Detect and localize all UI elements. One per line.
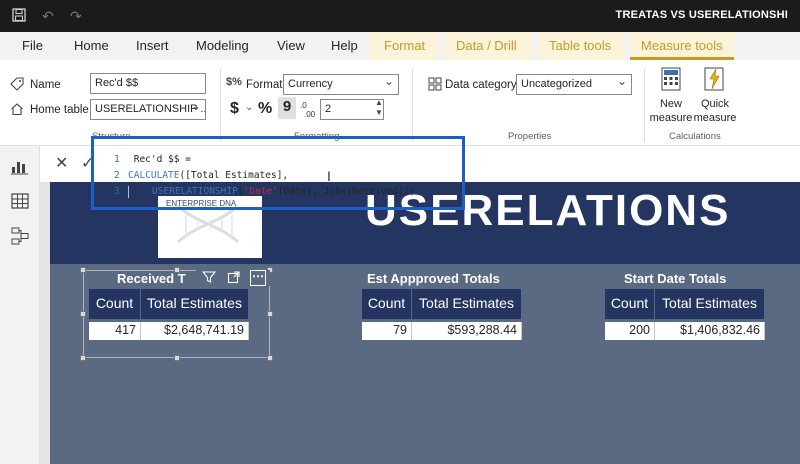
visual-title: Start Date Totals	[624, 271, 727, 286]
home-table-select[interactable]: USERELATIONSHIP ...	[90, 99, 206, 120]
table-cell: $1,406,832.46	[655, 322, 765, 340]
svg-text:.0: .0	[300, 101, 307, 110]
column-header[interactable]: Count	[605, 289, 655, 319]
visual-title: Est Appproved Totals	[367, 271, 500, 286]
currency-dropdown-icon[interactable]: ⌄	[245, 102, 253, 113]
new-measure-icon[interactable]	[661, 67, 681, 91]
format-select[interactable]: Currency	[283, 74, 399, 95]
tab-insert[interactable]: Insert	[136, 38, 169, 53]
quick-measure-line2: measure	[693, 112, 737, 124]
resize-handle[interactable]	[267, 311, 273, 317]
cancel-formula-button[interactable]: ✕	[55, 153, 68, 173]
new-measure-line1: New	[659, 98, 682, 110]
view-switcher	[0, 146, 40, 464]
resize-handle[interactable]	[80, 311, 86, 317]
quick-measure-label[interactable]: Quick measure	[692, 97, 738, 125]
model-view-icon[interactable]	[10, 226, 30, 246]
measure-name-input[interactable]: Rec'd $$	[90, 73, 206, 94]
more-options-icon[interactable]: ⋯	[250, 270, 266, 286]
window-title: TREATAS VS USERELATIONSHI	[615, 9, 788, 21]
home-icon	[10, 102, 24, 116]
resize-handle[interactable]	[174, 355, 180, 361]
column-header[interactable]: Count	[89, 289, 141, 319]
currency-button[interactable]: $	[230, 100, 239, 118]
name-label: Name	[30, 79, 61, 91]
column-header[interactable]: Total Estimates	[141, 289, 249, 319]
quick-measure-icon[interactable]	[704, 67, 724, 91]
decimal-stepper[interactable]: ▲ ▼	[375, 98, 383, 118]
title-bar: ↶ ↷ TREATAS VS USERELATIONSHI	[0, 0, 800, 32]
svg-text:.00: .00	[304, 110, 316, 118]
table-cell: $2,648,741.19	[141, 322, 249, 340]
comma-style-button[interactable]: 9	[278, 97, 296, 119]
ribbon-divider	[412, 68, 413, 142]
redo-icon[interactable]: ↷	[70, 8, 82, 25]
column-header[interactable]: Total Estimates	[412, 289, 522, 319]
tab-table-tools[interactable]: Table tools	[538, 32, 624, 60]
table-cell: 200	[605, 322, 655, 340]
formula-highlight-box	[91, 136, 465, 210]
report-view-icon[interactable]	[10, 156, 30, 176]
resize-handle[interactable]	[80, 267, 86, 273]
data-category-label: Data category	[445, 79, 517, 91]
focus-mode-icon[interactable]	[226, 270, 242, 286]
data-view-icon[interactable]	[10, 191, 30, 211]
format-icon: $%	[226, 76, 242, 88]
quick-measure-line1: Quick	[700, 98, 730, 110]
tab-file[interactable]: File	[22, 38, 43, 53]
table-cell: $593,288.44	[412, 322, 522, 340]
undo-icon[interactable]: ↶	[42, 8, 54, 25]
ribbon: Name Rec'd $$ Home table USERELATIONSHIP…	[0, 60, 800, 146]
format-label: Format	[246, 79, 283, 91]
tab-help[interactable]: Help	[331, 38, 358, 53]
home-table-label: Home table	[30, 104, 89, 116]
tab-measure-tools[interactable]: Measure tools	[630, 32, 734, 60]
tab-home[interactable]: Home	[74, 38, 109, 53]
name-tag-icon	[10, 77, 24, 91]
tab-modeling[interactable]: Modeling	[196, 38, 249, 53]
calculations-group-label: Calculations	[669, 131, 721, 142]
data-category-icon	[428, 77, 442, 91]
visual-title: Received T	[117, 271, 186, 286]
properties-group-label: Properties	[508, 131, 552, 142]
resize-handle[interactable]	[267, 355, 273, 361]
table-cell: 417	[89, 322, 141, 340]
data-category-select[interactable]: Uncategorized	[516, 74, 632, 95]
ribbon-divider	[220, 68, 221, 142]
column-header[interactable]: Count	[362, 289, 412, 319]
filter-icon[interactable]	[201, 270, 217, 286]
new-measure-label[interactable]: New measure	[648, 97, 694, 125]
column-header[interactable]: Total Estimates	[655, 289, 765, 319]
decimal-places-icon: .0.00	[300, 100, 316, 119]
save-icon[interactable]	[12, 8, 26, 25]
resize-handle[interactable]	[80, 355, 86, 361]
ribbon-tabs: File Home Insert Modeling View Help Form…	[0, 32, 800, 60]
ribbon-divider	[644, 68, 645, 142]
tab-format[interactable]: Format	[370, 32, 438, 60]
tab-view[interactable]: View	[277, 38, 305, 53]
tab-data-drill[interactable]: Data / Drill	[445, 32, 531, 60]
table-cell: 79	[362, 322, 412, 340]
new-measure-line2: measure	[649, 112, 693, 124]
percent-button[interactable]: %	[258, 100, 272, 118]
